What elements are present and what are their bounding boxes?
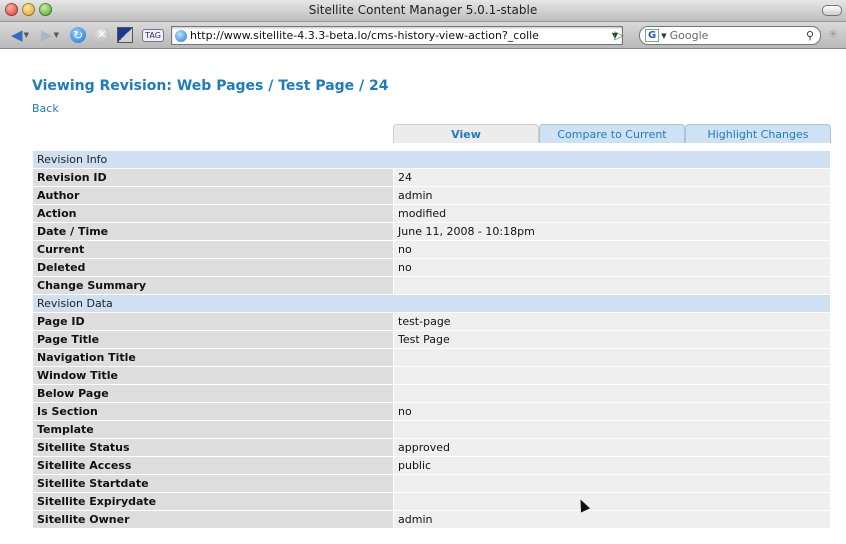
search-icon[interactable]: ⚲ xyxy=(806,29,814,42)
row-value: no xyxy=(393,402,831,421)
back-history-dropdown-icon[interactable]: ▼ xyxy=(24,31,29,39)
row-value xyxy=(393,474,831,493)
row-label: Change Summary xyxy=(32,276,394,295)
tab-compare-to-current[interactable]: Compare to Current xyxy=(539,124,685,143)
home-button[interactable] xyxy=(115,25,135,45)
browser-window: Sitellite Content Manager 5.0.1-stable ◀… xyxy=(0,0,846,544)
forward-arrow-icon: ▶ xyxy=(41,26,53,44)
tab-view[interactable]: View xyxy=(393,124,539,143)
revision-tabs: View Compare to Current Highlight Change… xyxy=(393,124,831,143)
row-label: Sitellite Access xyxy=(32,456,394,475)
row-label: Sitellite Expirydate xyxy=(32,492,394,511)
search-input[interactable]: Google xyxy=(670,29,806,42)
row-label: Sitellite Status xyxy=(32,438,394,457)
page-title: Viewing Revision: Web Pages / Test Page … xyxy=(32,78,389,94)
row-value: approved xyxy=(393,438,831,457)
row-label: Sitellite Startdate xyxy=(32,474,394,493)
home-icon xyxy=(117,27,133,43)
row-label: Window Title xyxy=(32,366,394,385)
table-row: Sitellite Owner admin xyxy=(32,510,831,529)
table-row: Revision ID 24 xyxy=(32,168,831,187)
tag-button[interactable]: TAG xyxy=(140,25,166,45)
row-label: Sitellite Owner xyxy=(32,510,394,529)
globe-icon xyxy=(175,29,187,42)
section-title: Revision Info xyxy=(32,150,831,169)
table-row: Page Title Test Page xyxy=(32,330,831,349)
row-value: admin xyxy=(393,186,831,205)
url-text[interactable]: http://www.sitellite-4.3.3-beta.lo/cms-h… xyxy=(190,29,608,42)
page-content: Viewing Revision: Web Pages / Test Page … xyxy=(0,48,846,544)
back-link[interactable]: Back xyxy=(32,102,59,115)
table-row: Sitellite Status approved xyxy=(32,438,831,457)
row-value: modified xyxy=(393,204,831,223)
row-label: Page Title xyxy=(32,330,394,349)
row-value: no xyxy=(393,258,831,277)
stop-button[interactable]: ✕ xyxy=(92,25,112,45)
table-row: Sitellite Expirydate xyxy=(32,492,831,511)
table-row: Sitellite Startdate xyxy=(32,474,831,493)
window-title: Sitellite Content Manager 5.0.1-stable xyxy=(308,3,538,17)
section-header-revision-data: Revision Data xyxy=(32,294,831,313)
table-row: Page ID test-page xyxy=(32,312,831,331)
row-label: Is Section xyxy=(32,402,394,421)
back-arrow-icon: ◀ xyxy=(11,26,23,44)
reload-icon: ↻ xyxy=(70,27,86,43)
table-row: Date / Time June 11, 2008 - 10:18pm xyxy=(32,222,831,241)
row-value xyxy=(393,492,831,511)
row-value: Test Page xyxy=(393,330,831,349)
forward-history-dropdown-icon[interactable]: ▼ xyxy=(54,31,59,39)
row-label: Template xyxy=(32,420,394,439)
go-arrow-icon: ▷ xyxy=(614,28,624,42)
table-row: Action modified xyxy=(32,204,831,223)
revision-table: Revision Info Revision ID 24 Author admin … xyxy=(32,150,831,529)
row-label: Revision ID xyxy=(32,168,394,187)
tab-highlight-changes[interactable]: Highlight Changes xyxy=(685,124,831,143)
reload-button[interactable]: ↻ xyxy=(68,25,88,45)
table-row: Window Title xyxy=(32,366,831,385)
browser-toolbar: ◀ ▼ ▶ ▼ ↻ ✕ TAG http://www.sitellite-4.3.3… xyxy=(0,22,846,49)
stop-icon: ✕ xyxy=(94,27,110,43)
activity-spinner-icon: ✳ xyxy=(827,27,838,41)
table-row: Template xyxy=(32,420,831,439)
row-value: test-page xyxy=(393,312,831,331)
table-row: Deleted no xyxy=(32,258,831,277)
row-value xyxy=(393,276,831,295)
search-engine-icon[interactable]: G xyxy=(645,29,660,42)
row-value: no xyxy=(393,240,831,259)
row-label: Current xyxy=(32,240,394,259)
back-button[interactable]: ◀ ▼ xyxy=(6,25,34,45)
row-label: Navigation Title xyxy=(32,348,394,367)
row-label: Author xyxy=(32,186,394,205)
row-label: Page ID xyxy=(32,312,394,331)
table-row: Is Section no xyxy=(32,402,831,421)
row-label: Date / Time xyxy=(32,222,394,241)
row-value xyxy=(393,348,831,367)
row-label: Action xyxy=(32,204,394,223)
row-value xyxy=(393,384,831,403)
table-row: Below Page xyxy=(32,384,831,403)
row-value: public xyxy=(393,456,831,475)
toolbar-toggle-button[interactable] xyxy=(822,5,842,16)
forward-button[interactable]: ▶ ▼ xyxy=(36,25,64,45)
row-value xyxy=(393,420,831,439)
section-title: Revision Data xyxy=(32,294,831,313)
row-value xyxy=(393,366,831,385)
table-row: Author admin xyxy=(32,186,831,205)
table-row: Current no xyxy=(32,240,831,259)
row-value: 24 xyxy=(393,168,831,187)
section-header-revision-info: Revision Info xyxy=(32,150,831,169)
row-label: Deleted xyxy=(32,258,394,277)
tag-icon: TAG xyxy=(142,28,164,42)
table-row: Navigation Title xyxy=(32,348,831,367)
search-bar[interactable]: G ▼ Google ⚲ xyxy=(639,26,821,45)
go-button[interactable]: ▷ xyxy=(610,25,628,45)
row-value: June 11, 2008 - 10:18pm xyxy=(393,222,831,241)
row-label: Below Page xyxy=(32,384,394,403)
row-value: admin xyxy=(393,510,831,529)
search-engine-dropdown-icon[interactable]: ▼ xyxy=(661,32,666,40)
title-bar: Sitellite Content Manager 5.0.1-stable xyxy=(0,0,846,22)
url-bar[interactable]: http://www.sitellite-4.3.3-beta.lo/cms-h… xyxy=(171,26,623,45)
table-row: Change Summary xyxy=(32,276,831,295)
table-row: Sitellite Access public xyxy=(32,456,831,475)
